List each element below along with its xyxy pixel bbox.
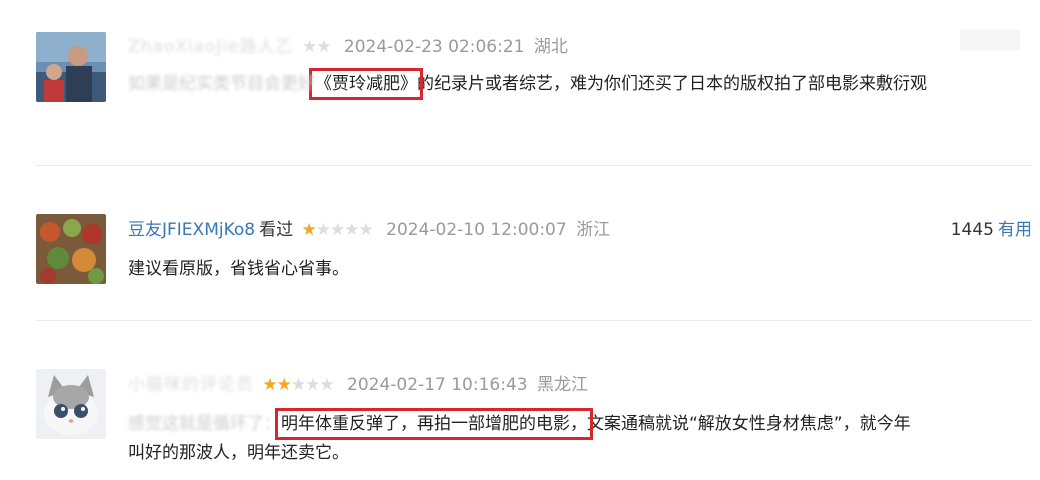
avatar-vegetables-icon (36, 214, 106, 284)
highlighted-phrase: 《贾玲减肥》 (309, 68, 423, 100)
avatar[interactable] (36, 369, 106, 439)
divider (36, 320, 1032, 321)
comment-text: 如果是纪实类节目会更好《贾玲减肥》的纪录片或者综艺，难为你们还买了日本的版权拍了… (128, 68, 927, 100)
username-link[interactable]: 豆友JFIEXMjKo8 (128, 220, 255, 240)
comment-time: 2024-02-17 10:16:43 (347, 375, 528, 395)
useful-count: 1445 (950, 220, 994, 240)
watermark (960, 30, 1020, 50)
avatar-photo-icon (36, 32, 106, 102)
comment-text: 感觉这就是循环了：明年体重反弹了，再拍一部增肥的电影，文案通稿就说“解放女性身材… (128, 408, 911, 440)
comment-meta: 豆友JFIEXMjKo8 看过 ★★★★★ 2024-02-10 12:00:07… (128, 219, 610, 241)
username-link[interactable]: 小猫咪的评论员 (128, 375, 254, 395)
avatar-cat-icon (36, 369, 106, 439)
blurred-text: 如果是纪实类节目会更好 (128, 74, 315, 94)
avatar[interactable] (36, 32, 106, 102)
blurred-text: 感觉这就是循环了： (128, 414, 281, 434)
comment-text: 建议看原版，省钱省心省事。 (128, 259, 349, 279)
rating-stars: ★★★★★ (301, 220, 374, 240)
comment-text-rest: 文案通稿就说“解放女性身材焦虑”，就今年 (587, 414, 911, 434)
comment-time: 2024-02-23 02:06:21 (343, 37, 525, 57)
useful-button[interactable]: 有用 (998, 220, 1032, 240)
comment-location: 浙江 (576, 220, 611, 240)
useful-vote[interactable]: 1445 有用 (951, 219, 1032, 241)
divider (36, 165, 1032, 166)
rating-stars: ★★ (302, 37, 332, 57)
comment-location: 黑龙江 (537, 375, 588, 395)
rating-stars: ★★★★★ (262, 375, 334, 395)
watched-status: 看过 (259, 220, 294, 240)
comment-meta: 小猫咪的评论员 ★★★★★ 2024-02-17 10:16:43 黑龙江 (128, 374, 588, 396)
comment-meta: ZhaoXiaoJie路人乙 ★★ 2024-02-23 02:06:21 湖北 (128, 36, 568, 58)
avatar[interactable] (36, 214, 106, 284)
comment-time: 2024-02-10 12:00:07 (386, 220, 567, 240)
username-link[interactable]: ZhaoXiaoJie路人乙 (128, 37, 294, 57)
highlighted-phrase: 明年体重反弹了，再拍一部增肥的电影， (275, 408, 593, 440)
comment-text-line2: 叫好的那波人，明年还卖它。 (128, 443, 349, 463)
comment-text-rest: 的纪录片或者综艺，难为你们还买了日本的版权拍了部电影来敷衍观 (417, 74, 927, 94)
comment-location: 湖北 (533, 37, 568, 57)
